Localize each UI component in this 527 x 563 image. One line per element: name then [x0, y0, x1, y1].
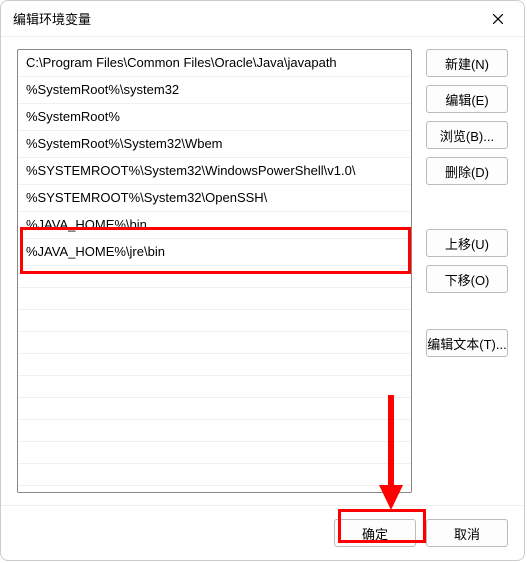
close-icon: [493, 14, 503, 24]
delete-button[interactable]: 删除(D): [426, 157, 508, 185]
edittext-button[interactable]: 编辑文本(T)...: [426, 329, 508, 357]
path-list[interactable]: C:\Program Files\Common Files\Oracle\Jav…: [17, 49, 412, 493]
list-item[interactable]: %SYSTEMROOT%\System32\WindowsPowerShell\…: [18, 158, 411, 185]
spacer: [426, 301, 508, 321]
empty-row: [18, 376, 411, 398]
moveup-button[interactable]: 上移(U): [426, 229, 508, 257]
dialog-footer: 确定 取消: [1, 505, 524, 560]
empty-row: [18, 442, 411, 464]
edit-button[interactable]: 编辑(E): [426, 85, 508, 113]
spacer: [426, 193, 508, 221]
edit-env-dialog: 编辑环境变量 C:\Program Files\Common Files\Ora…: [0, 0, 525, 561]
empty-row: [18, 464, 411, 486]
browse-button[interactable]: 浏览(B)...: [426, 121, 508, 149]
titlebar: 编辑环境变量: [1, 1, 524, 37]
list-item[interactable]: %SystemRoot%: [18, 104, 411, 131]
dialog-content: C:\Program Files\Common Files\Oracle\Jav…: [1, 37, 524, 505]
empty-row: [18, 398, 411, 420]
list-item[interactable]: %SystemRoot%\System32\Wbem: [18, 131, 411, 158]
list-item[interactable]: %JAVA_HOME%\bin: [18, 212, 411, 239]
buttons-column: 新建(N) 编辑(E) 浏览(B)... 删除(D) 上移(U) 下移(O) 编…: [426, 49, 508, 493]
empty-row: [18, 310, 411, 332]
empty-row: [18, 486, 411, 493]
ok-button[interactable]: 确定: [334, 519, 416, 547]
new-button[interactable]: 新建(N): [426, 49, 508, 77]
empty-row: [18, 288, 411, 310]
empty-row: [18, 266, 411, 288]
empty-row: [18, 420, 411, 442]
list-item[interactable]: C:\Program Files\Common Files\Oracle\Jav…: [18, 50, 411, 77]
list-item[interactable]: %JAVA_HOME%\jre\bin: [18, 239, 411, 266]
cancel-button[interactable]: 取消: [426, 519, 508, 547]
dialog-title: 编辑环境变量: [13, 9, 91, 28]
empty-row: [18, 332, 411, 354]
list-item[interactable]: %SystemRoot%\system32: [18, 77, 411, 104]
list-item[interactable]: %SYSTEMROOT%\System32\OpenSSH\: [18, 185, 411, 212]
close-button[interactable]: [476, 1, 520, 37]
movedown-button[interactable]: 下移(O): [426, 265, 508, 293]
empty-row: [18, 354, 411, 376]
